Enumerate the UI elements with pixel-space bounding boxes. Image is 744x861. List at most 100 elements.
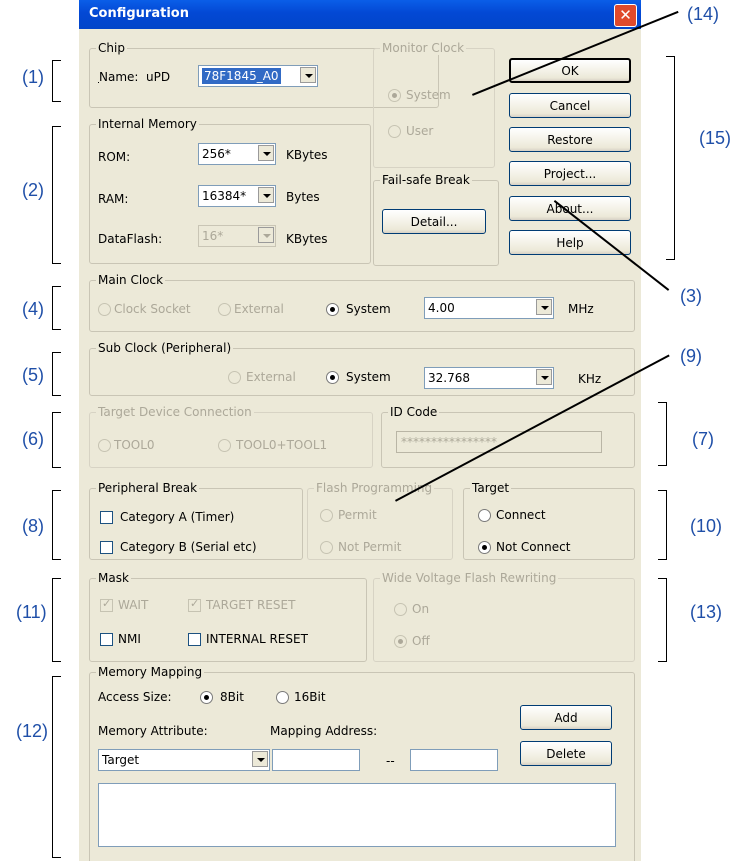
chip-prefix: uPD [146,70,171,84]
main-clock-group: Main Clock Clock Socket External System … [89,273,635,332]
wait-checkbox[interactable] [100,597,113,612]
chevron-down-icon[interactable] [258,227,274,243]
callout-5: (5) [22,365,44,385]
delete-button[interactable]: Delete [520,741,612,766]
wide-voltage-on-label: On [412,602,430,616]
chevron-down-icon[interactable] [252,751,268,767]
callout-1: (1) [22,67,44,87]
main-external-label: External [234,302,284,316]
main-system-radio[interactable] [326,303,339,316]
target-group: Target Connect Not Connect [463,481,635,560]
id-code-field[interactable]: **************** [396,431,602,453]
about-button[interactable]: About... [509,196,631,221]
clock-socket-radio[interactable] [98,303,111,316]
rom-combo[interactable]: 256* [198,143,276,165]
monitor-clock-system-label: System [406,88,451,102]
bracket-7 [658,402,667,466]
sub-external-radio[interactable] [228,371,241,384]
chevron-down-icon[interactable] [300,67,316,83]
ram-unit: Bytes [286,190,320,204]
callout-10: (10) [690,516,723,536]
access-16bit-radio[interactable] [276,691,289,704]
wide-voltage-on-radio[interactable] [394,603,407,616]
bracket-2 [52,126,61,264]
mask-group: Mask WAIT TARGET RESET NMI INTERNAL RESE… [89,571,367,662]
main-external-radio[interactable] [218,303,231,316]
connect-radio[interactable] [478,509,491,522]
wide-voltage-legend: Wide Voltage Flash Rewriting [380,571,559,585]
main-clock-combo[interactable]: 4.00 [424,297,554,319]
cancel-button[interactable]: Cancel [509,93,631,118]
bracket-10 [658,490,667,560]
not-connect-radio[interactable] [478,541,491,554]
chevron-down-icon[interactable] [536,299,552,315]
close-icon: ✕ [619,6,632,24]
rom-value: 256* [202,147,231,161]
internal-reset-label: INTERNAL RESET [206,632,308,646]
internal-reset-checkbox[interactable] [188,633,201,646]
dataflash-combo[interactable]: 16* [198,225,276,247]
tool0-radio[interactable] [98,439,111,452]
project-button[interactable]: Project... [509,161,631,186]
bracket-11 [52,578,61,662]
memory-mapping-group: Memory Mapping Access Size: 8Bit 16Bit M… [89,665,635,861]
ram-label: RAM: [98,192,129,206]
not-permit-label: Not Permit [338,540,402,554]
fail-safe-group: Fail-safe Break Detail... [373,173,499,266]
tool0-tool1-label: TOOL0+TOOL1 [236,438,328,452]
help-button[interactable]: Help [509,230,631,255]
peripheral-break-legend: Peripheral Break [96,481,200,495]
internal-memory-legend: Internal Memory [96,117,199,131]
access-16bit-label: 16Bit [294,690,326,704]
category-b-checkbox[interactable] [100,541,113,554]
nmi-label: NMI [118,632,141,646]
not-permit-radio[interactable] [320,541,333,554]
mapping-list[interactable] [98,783,616,847]
memory-attribute-value: Target [102,753,140,767]
target-reset-checkbox[interactable] [188,597,201,612]
main-system-label: System [346,302,391,316]
dataflash-label: DataFlash: [98,232,163,246]
callout-15: (15) [699,128,732,148]
tool0-label: TOOL0 [114,438,155,452]
chip-name-combo[interactable]: 78F1845_A0 [198,65,318,87]
sub-clock-combo[interactable]: 32.768 [424,367,554,389]
callout-8: (8) [22,516,44,536]
chip-legend: Chip [96,41,127,55]
chevron-down-icon[interactable] [258,187,274,203]
tool0-tool1-radio[interactable] [218,439,231,452]
mapping-start-field[interactable] [272,749,360,771]
main-clock-legend: Main Clock [96,273,166,287]
not-connect-label: Not Connect [496,540,571,554]
access-8bit-label: 8Bit [220,690,244,704]
memory-attribute-combo[interactable]: Target [98,749,270,771]
nmi-checkbox[interactable] [100,633,113,646]
detail-button[interactable]: Detail... [382,209,486,234]
ram-combo[interactable]: 16384* [198,185,276,207]
bracket-1 [52,60,61,102]
title-bar[interactable]: Configuration ✕ [79,0,641,29]
access-8bit-radio[interactable] [200,691,213,704]
dataflash-unit: KBytes [286,232,328,246]
bracket-13 [658,578,667,662]
permit-radio[interactable] [320,509,333,522]
wait-label: WAIT [118,598,149,612]
callout-7: (7) [692,429,714,449]
category-a-checkbox[interactable] [100,511,113,524]
access-size-label: Access Size: [98,690,172,704]
main-clock-unit: MHz [568,302,594,316]
clock-socket-label: Clock Socket [114,302,191,316]
restore-button[interactable]: Restore [509,127,631,152]
chevron-down-icon[interactable] [536,369,552,385]
chevron-down-icon[interactable] [258,145,274,161]
monitor-clock-legend: Monitor Clock [380,41,467,55]
monitor-clock-user-radio[interactable] [388,125,401,138]
sub-system-radio[interactable] [326,371,339,384]
monitor-clock-system-radio[interactable] [388,89,401,102]
wide-voltage-off-radio[interactable] [394,635,407,648]
dataflash-value: 16* [202,229,224,243]
mapping-end-field[interactable] [410,749,498,771]
close-button[interactable]: ✕ [614,4,637,27]
add-button[interactable]: Add [520,705,612,730]
memory-attribute-label: Memory Attribute: [98,724,208,738]
